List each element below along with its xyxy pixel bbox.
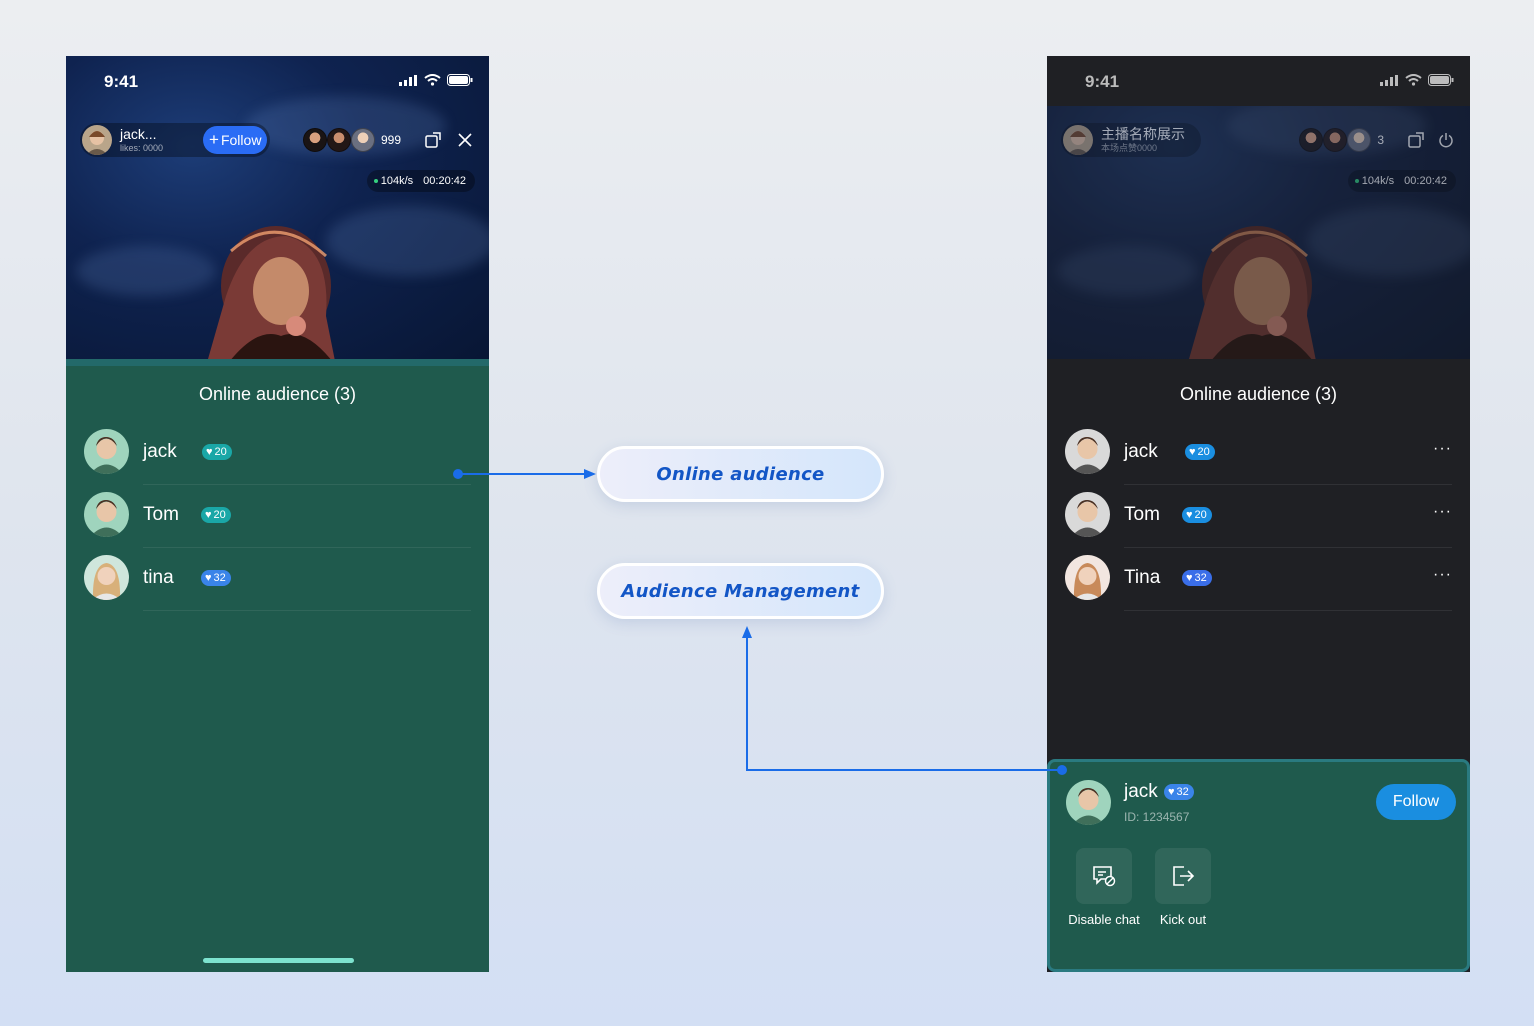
connector-lines (453, 469, 1067, 775)
